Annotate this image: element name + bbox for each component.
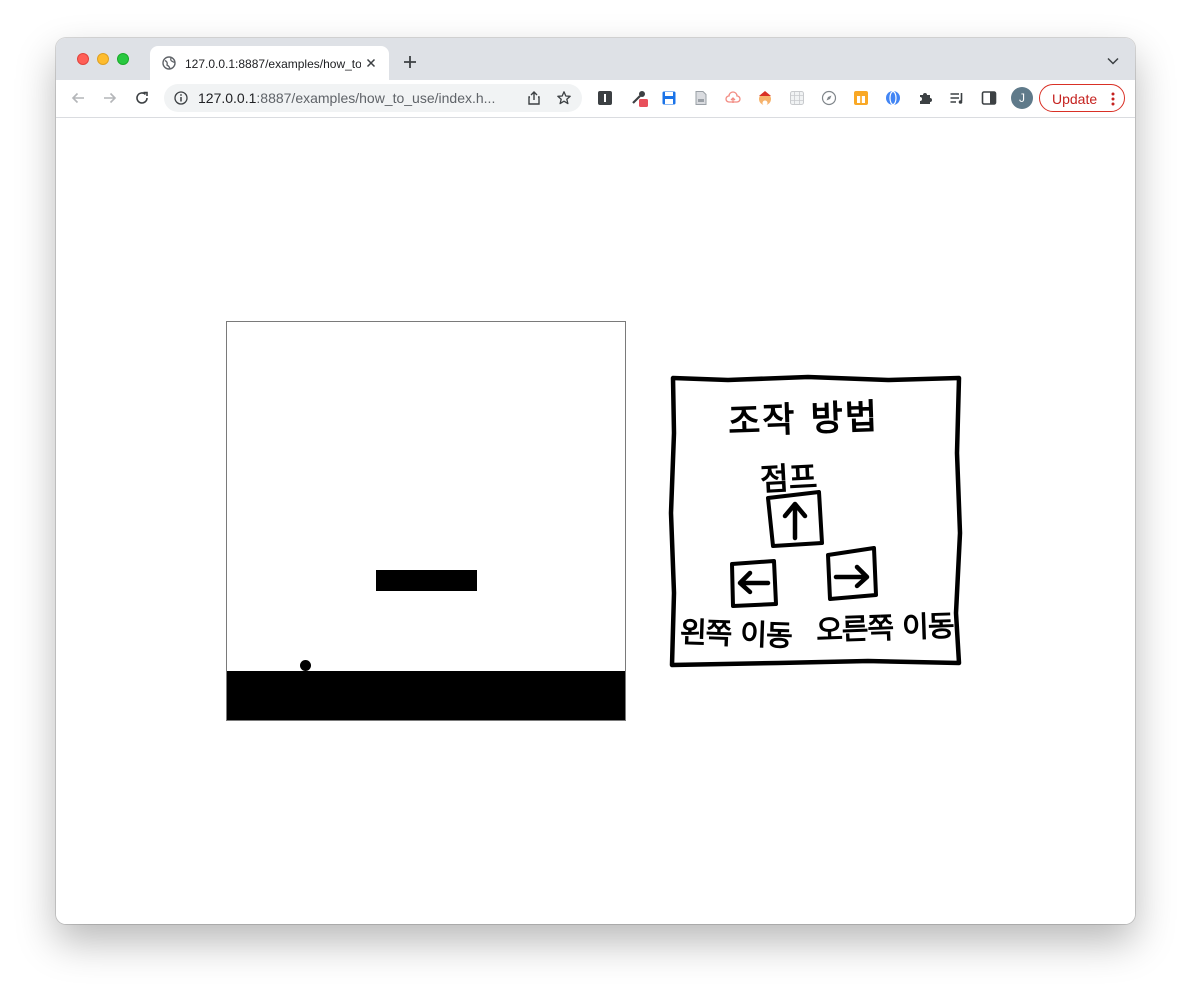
globe-icon [162, 56, 176, 70]
player-ball [300, 660, 311, 671]
sidepanel-icon[interactable] [981, 90, 997, 106]
ground [227, 671, 625, 720]
left-arrow-key-icon [730, 559, 778, 608]
fullscreen-window-button[interactable] [117, 53, 129, 65]
move-right-label: 오른쪽 이동 [815, 608, 955, 648]
share-icon[interactable] [526, 90, 542, 106]
close-window-button[interactable] [77, 53, 89, 65]
instapaper-icon[interactable] [597, 90, 613, 106]
document-icon[interactable] [693, 90, 709, 106]
puzzle-icon[interactable] [917, 90, 933, 106]
chevron-down-icon[interactable] [1107, 57, 1119, 65]
minimize-window-button[interactable] [97, 53, 109, 65]
bookmark-star-icon[interactable] [556, 90, 572, 106]
instructions-title: 조작 방법 [727, 397, 880, 443]
media-queue-icon[interactable] [949, 90, 965, 106]
save-icon[interactable] [661, 90, 677, 106]
controls-instructions: 조작 방법 점프 왼쪽 이동 오른쪽 이동 [668, 373, 964, 669]
forward-icon[interactable] [102, 90, 118, 106]
more-menu-icon[interactable] [1111, 92, 1115, 106]
globe-ext-icon[interactable] [885, 90, 901, 106]
profile-avatar[interactable]: J [1011, 87, 1033, 109]
eyedropper-icon[interactable] [629, 88, 649, 108]
move-left-label: 왼쪽 이동 [679, 615, 793, 653]
update-button[interactable]: Update [1039, 84, 1125, 112]
right-arrow-key-icon [826, 546, 878, 601]
toolbar: 127.0.0.1:8887/examples/how_to_use/index… [56, 80, 1135, 118]
back-icon[interactable] [70, 90, 86, 106]
grid-icon[interactable] [789, 90, 805, 106]
tab-title: 127.0.0.1:8887/examples/how_to_use/index… [185, 57, 361, 71]
santa-icon[interactable] [757, 90, 773, 106]
url-text[interactable]: 127.0.0.1:8887/examples/how_to_use/index… [198, 89, 514, 107]
page-viewport: 조작 방법 점프 왼쪽 이동 오른쪽 이동 [56, 118, 1135, 924]
new-tab-icon[interactable] [402, 54, 418, 70]
update-label: Update [1052, 91, 1098, 107]
browser-window: 127.0.0.1:8887/examples/how_to_use/index… [56, 38, 1135, 924]
url-host: 127.0.0.1 [198, 90, 257, 106]
gift-icon[interactable] [853, 90, 869, 106]
up-arrow-key-icon [766, 490, 824, 548]
tab-close-icon[interactable] [364, 56, 378, 70]
tab-bar: 127.0.0.1:8887/examples/how_to_use/index… [56, 38, 1135, 80]
game-canvas[interactable] [226, 321, 626, 721]
url-path: :8887/examples/how_to_use/index.h... [256, 90, 496, 106]
address-bar[interactable]: 127.0.0.1:8887/examples/how_to_use/index… [164, 84, 582, 112]
compass-icon[interactable] [821, 90, 837, 106]
active-tab[interactable]: 127.0.0.1:8887/examples/how_to_use/index… [150, 46, 389, 80]
cloud-upload-icon[interactable] [725, 90, 741, 106]
floating-platform [376, 570, 477, 591]
site-info-icon[interactable] [174, 91, 188, 105]
reload-icon[interactable] [134, 90, 150, 106]
